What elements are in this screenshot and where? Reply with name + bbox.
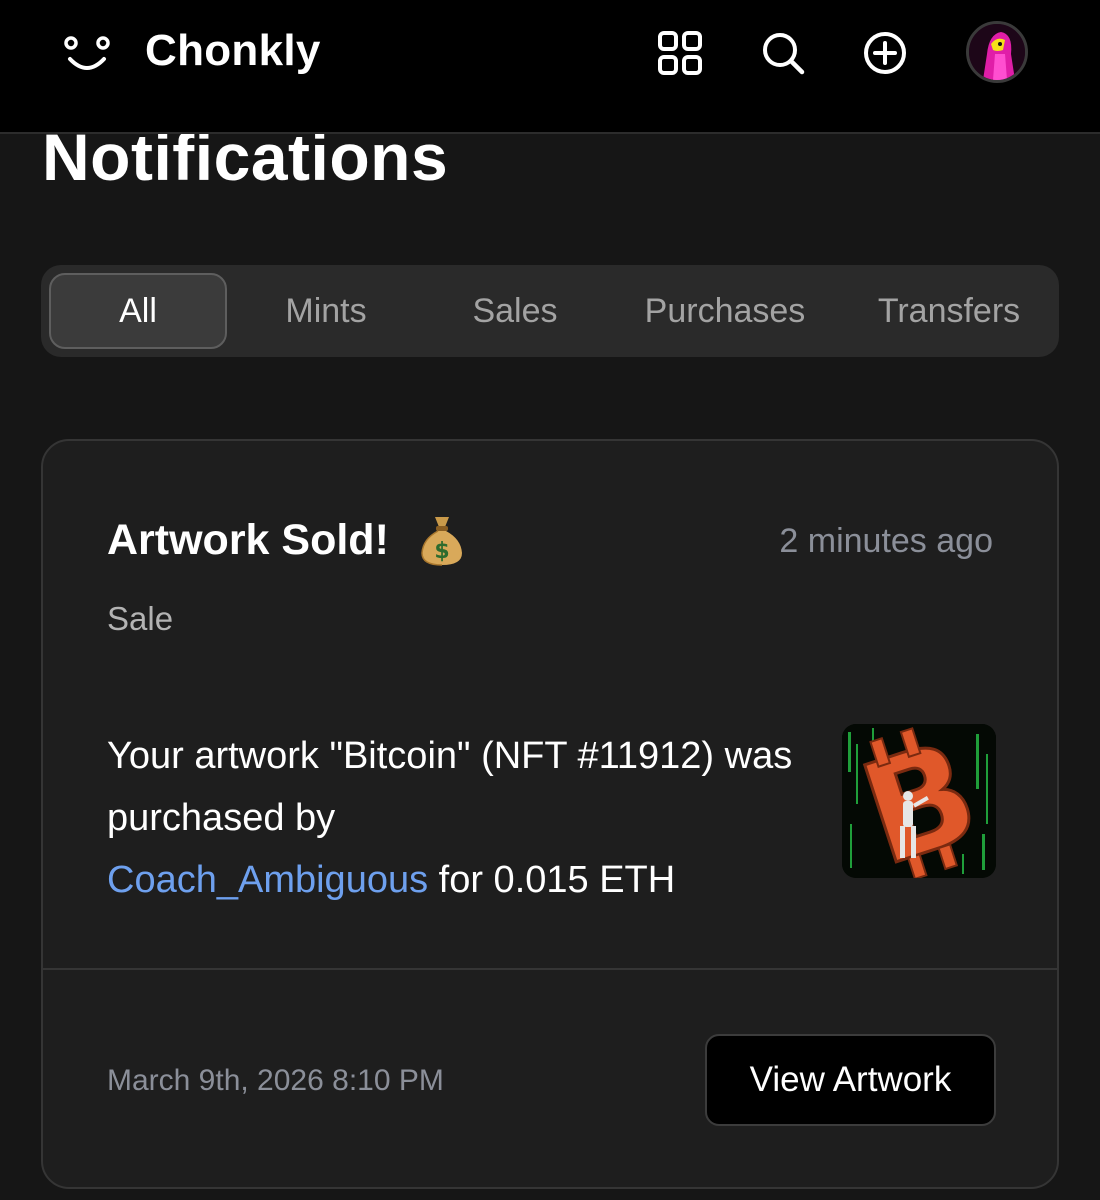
notification-title: Artwork Sold! bbox=[107, 516, 389, 564]
money-bag-icon: $ bbox=[421, 517, 462, 566]
view-artwork-button[interactable]: View Artwork bbox=[705, 1034, 996, 1126]
brand-name[interactable]: Chonkly bbox=[145, 26, 321, 76]
notification-category: Sale bbox=[107, 600, 174, 637]
tab-transfers[interactable]: Transfers bbox=[861, 273, 1037, 349]
tab-all[interactable]: All bbox=[49, 273, 227, 349]
apps-button[interactable] bbox=[655, 28, 705, 78]
avatar[interactable] bbox=[966, 21, 1028, 83]
message-text: Your artwork "Bitcoin" (NFT #11912) was … bbox=[107, 735, 793, 839]
top-bar: Chonkly bbox=[0, 0, 1100, 134]
bitcoin-artwork-image: B bbox=[842, 724, 996, 878]
grid-icon bbox=[658, 31, 702, 75]
message-price: for 0.015 ETH bbox=[428, 859, 676, 901]
tab-sales[interactable]: Sales bbox=[425, 273, 605, 349]
notification-card: Artwork Sold! $ 2 minutes ago Sale Your … bbox=[41, 439, 1059, 1189]
notification-filter-tabs: All Mints Sales Purchases Transfers bbox=[41, 265, 1059, 357]
search-icon bbox=[763, 33, 805, 75]
card-divider bbox=[43, 968, 1057, 970]
plus-circle-icon bbox=[864, 32, 906, 74]
notification-message: Your artwork "Bitcoin" (NFT #11912) was … bbox=[107, 725, 807, 911]
tab-mints[interactable]: Mints bbox=[236, 273, 416, 349]
search-button[interactable] bbox=[758, 28, 808, 78]
svg-text:$: $ bbox=[434, 539, 449, 564]
tab-purchases[interactable]: Purchases bbox=[629, 273, 821, 349]
smiley-logo-icon[interactable] bbox=[62, 33, 112, 77]
notification-time-ago: 2 minutes ago bbox=[779, 522, 993, 560]
create-button[interactable] bbox=[860, 28, 910, 78]
notifications-page: Notifications Chonkly All Mints Sales Pu… bbox=[0, 0, 1100, 1200]
avatar-image bbox=[969, 24, 1025, 80]
notification-date: March 9th, 2026 8:10 PM bbox=[107, 1064, 444, 1097]
buyer-link[interactable]: Coach_Ambiguous bbox=[107, 859, 428, 901]
artwork-thumbnail[interactable]: B bbox=[842, 724, 996, 878]
